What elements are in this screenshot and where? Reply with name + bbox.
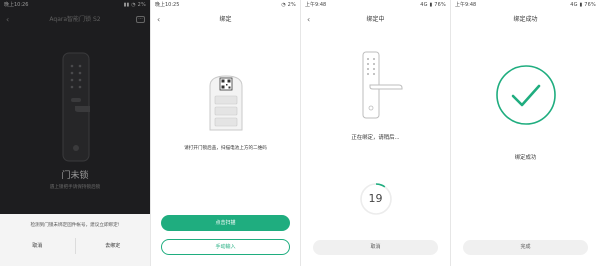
status-bar: 上午9:48 4G ▮ 76% [301, 0, 450, 10]
screen-binding: 上午9:48 4G ▮ 76% ‹ 绑定中 正在绑定，请稍后... 19 取消 [300, 0, 450, 266]
go-bind-button[interactable]: 去绑定 [74, 238, 151, 254]
bind-dialog: 检测到门锁未绑定固件帐号，建议立即绑定! 取消 去绑定 [0, 214, 150, 266]
done-button[interactable]: 完成 [463, 240, 588, 255]
page-title: 绑定 [219, 16, 232, 23]
title-bar: ‹ 绑定 [151, 10, 300, 30]
success-message: 绑定成功 [514, 155, 537, 161]
success-check-icon [496, 65, 556, 125]
lock-hint: 遇上锁把手请保持锁后锁 [49, 185, 101, 190]
page-title: 绑定成功 [513, 16, 538, 23]
status-bar: 上午9:48 4G ▮ 76% [451, 0, 600, 10]
back-icon[interactable]: ‹ [307, 10, 310, 30]
status-indicators: ◔ 2% [281, 2, 296, 8]
dialog-buttons: 取消 去绑定 [0, 238, 150, 254]
dialog-message: 检测到门锁未绑定固件帐号，建议立即绑定! [30, 223, 120, 228]
screen-bind-success: 上午9:48 4G ▮ 76% 绑定成功 绑定成功 完成 [450, 0, 600, 266]
back-icon[interactable]: ‹ [6, 10, 9, 30]
status-time: 晚上10:26 [4, 2, 29, 8]
title-bar: ‹ Aqara智能门锁 S2 ··· [0, 10, 150, 30]
screen-lock-status: 晚上10:26 ▮▮ ◔ 2% ‹ Aqara智能门锁 S2 ··· 门未锁 遇… [0, 0, 150, 266]
door-lock-icon [362, 51, 403, 119]
scan-button[interactable]: 点击扫描 [161, 215, 290, 231]
page-title: Aqara智能门锁 S2 [49, 16, 101, 23]
countdown-number: 19 [368, 192, 383, 205]
back-icon[interactable]: ‹ [157, 10, 160, 30]
door-lock-icon [62, 52, 90, 162]
page-title: 绑定中 [366, 16, 385, 23]
binding-message: 正在绑定，请稍后... [351, 135, 400, 141]
lock-state: 门未锁 [61, 171, 89, 181]
status-time: 上午9:48 [455, 2, 477, 8]
status-time: 晚上10:25 [155, 2, 180, 8]
cancel-button[interactable]: 取消 [0, 238, 75, 254]
screen-bind-scan: 晚上10:25 ◔ 2% ‹ 绑定 请打开门锁后盖，扫描电池上方的二维码 点击扫… [150, 0, 300, 266]
cancel-button[interactable]: 取消 [313, 240, 438, 255]
manual-input-button[interactable]: 手动输入 [161, 239, 290, 255]
scan-instruction: 请打开门锁后盖，扫描电池上方的二维码 [184, 146, 267, 151]
title-bar: ‹ 绑定中 [301, 10, 450, 30]
status-time: 上午9:48 [305, 2, 327, 8]
status-indicators: 4G ▮ 76% [420, 2, 446, 8]
status-indicators: 4G ▮ 76% [570, 2, 596, 8]
title-bar: 绑定成功 [451, 10, 600, 30]
more-icon[interactable]: ··· [136, 16, 145, 23]
status-indicators: ▮▮ ◔ 2% [123, 2, 146, 8]
status-bar: 晚上10:25 ◔ 2% [151, 0, 300, 10]
battery-qr-illustration [209, 75, 243, 131]
status-bar: 晚上10:26 ▮▮ ◔ 2% [0, 0, 150, 10]
